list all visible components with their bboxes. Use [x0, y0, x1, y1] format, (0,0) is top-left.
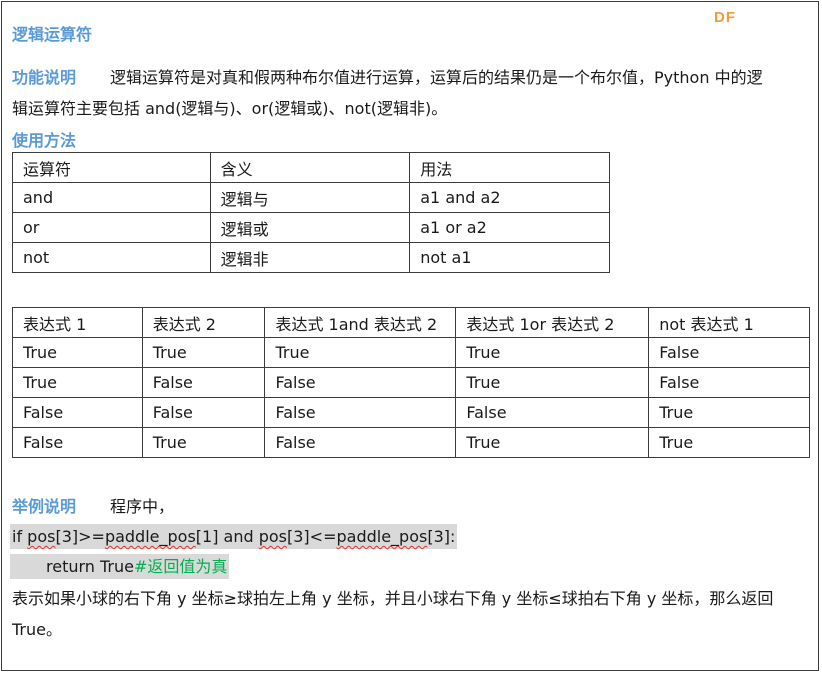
- function-text-line1: 逻辑运算符是对真和假两种布尔值进行运算，运算后的结果仍是一个布尔值，Python…: [110, 68, 763, 87]
- table-cell: True: [648, 397, 810, 428]
- code-line-1: if pos[3]>=paddle_pos[1] and pos[3]<=pad…: [10, 524, 458, 549]
- table-cell: and: [12, 182, 211, 213]
- table-cell: True: [455, 367, 650, 398]
- section-title: 逻辑运算符: [12, 25, 93, 44]
- table-header-row: 运算符 含义 用法: [12, 152, 610, 183]
- table-cell: 逻辑非: [209, 242, 411, 273]
- example-heading: 举例说明: [12, 497, 77, 516]
- code-line-2: return True#返回值为真: [10, 554, 230, 579]
- function-text-line2: 辑运算符主要包括 and(逻辑与)、or(逻辑或)、not(逻辑非)。: [12, 99, 448, 118]
- code-token: [3]>=: [55, 527, 105, 546]
- explanation-line-1: 表示如果小球的右下角 y 坐标≥球拍左上角 y 坐标，并且小球右下角 y 坐标≤…: [12, 589, 774, 608]
- code-token: [1] and: [195, 527, 259, 546]
- table-cell: True: [455, 427, 650, 458]
- code-token: [3]:: [427, 527, 456, 546]
- table-cell: True: [264, 337, 457, 368]
- code-token: return True: [46, 557, 134, 576]
- function-line-1: 功能说明 逻辑运算符是对真和假两种布尔值进行运算，运算后的结果仍是一个布尔值，Py…: [12, 62, 763, 93]
- table-cell: or: [12, 212, 211, 243]
- operator-table: 运算符 含义 用法 and 逻辑与 a1 and a2 or 逻辑或 a1 or…: [12, 152, 610, 273]
- table-cell: True: [648, 427, 810, 458]
- table-cell: False: [141, 367, 266, 398]
- table-row: and 逻辑与 a1 and a2: [12, 182, 610, 213]
- usage-heading: 使用方法: [12, 131, 77, 150]
- table-row: False False False False True: [12, 397, 810, 428]
- table-header-row: 表达式 1 表达式 2 表达式 1and 表达式 2 表达式 1or 表达式 2…: [12, 307, 810, 338]
- code-comment: #返回值为真: [134, 557, 228, 576]
- table-cell: not: [12, 242, 211, 273]
- table-cell: False: [141, 397, 266, 428]
- table-cell: False: [264, 397, 457, 428]
- table-cell: not a1: [409, 242, 610, 273]
- table-cell: 逻辑与: [209, 182, 411, 213]
- table-header-cell: 表达式 1or 表达式 2: [455, 307, 650, 338]
- table-header-cell: 表达式 1: [12, 307, 143, 338]
- table-row: False True False True True: [12, 427, 810, 458]
- brand-logo: DF: [714, 9, 736, 26]
- table-cell: False: [264, 427, 457, 458]
- function-description: 功能说明 逻辑运算符是对真和假两种布尔值进行运算，运算后的结果仍是一个布尔值，Py…: [12, 62, 763, 124]
- code-token: paddle_pos: [336, 527, 428, 546]
- table-header-cell: 表达式 2: [141, 307, 266, 338]
- code-token: if: [12, 527, 28, 546]
- truth-table: 表达式 1 表达式 2 表达式 1and 表达式 2 表达式 1or 表达式 2…: [12, 307, 810, 458]
- table-cell: False: [455, 397, 650, 428]
- table-cell: 逻辑或: [209, 212, 411, 243]
- code-token: [3]<=: [287, 527, 337, 546]
- table-row: not 逻辑非 not a1: [12, 242, 610, 273]
- table-cell: False: [12, 397, 143, 428]
- explanation: 表示如果小球的右下角 y 坐标≥球拍左上角 y 坐标，并且小球右下角 y 坐标≤…: [12, 583, 773, 645]
- table-cell: True: [141, 337, 266, 368]
- code-token: pos: [258, 527, 287, 546]
- table-header-cell: 用法: [409, 152, 610, 183]
- function-heading: 功能说明: [12, 68, 77, 87]
- table-cell: False: [648, 337, 810, 368]
- table-cell: True: [141, 427, 266, 458]
- table-row: True False False True False: [12, 367, 810, 398]
- table-cell: False: [648, 367, 810, 398]
- table-cell: True: [12, 337, 143, 368]
- table-header-cell: not 表达式 1: [648, 307, 810, 338]
- table-cell: a1 and a2: [409, 182, 610, 213]
- table-header-cell: 运算符: [12, 152, 211, 183]
- table-header-cell: 表达式 1and 表达式 2: [264, 307, 457, 338]
- table-cell: a1 or a2: [409, 212, 610, 243]
- table-cell: True: [455, 337, 650, 368]
- explanation-line-2: True。: [12, 620, 62, 639]
- example-intro: 程序中，: [110, 497, 175, 516]
- example-line: 举例说明 程序中，: [12, 491, 174, 522]
- table-cell: True: [12, 367, 143, 398]
- table-row: or 逻辑或 a1 or a2: [12, 212, 610, 243]
- table-cell: False: [12, 427, 143, 458]
- table-header-cell: 含义: [209, 152, 411, 183]
- table-row: True True True True False: [12, 337, 810, 368]
- code-token: pos: [27, 527, 56, 546]
- table-cell: False: [264, 367, 457, 398]
- code-token: paddle_pos: [104, 527, 196, 546]
